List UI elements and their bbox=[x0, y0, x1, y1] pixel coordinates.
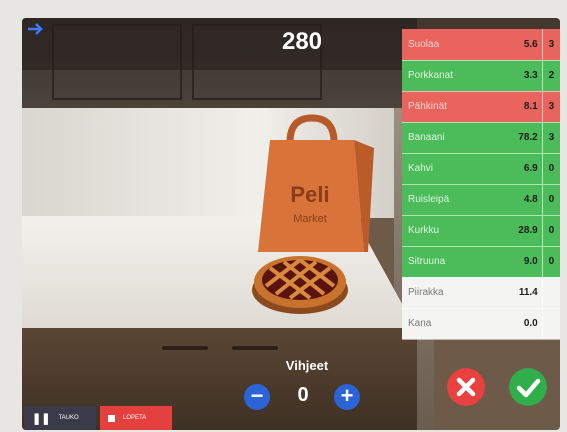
item-row: Ruisleipä 4.8 0 bbox=[402, 184, 560, 216]
bag-market-text: Market bbox=[293, 213, 327, 225]
cabinet-handle bbox=[162, 346, 208, 350]
item-row: Kahvi 6.9 0 bbox=[402, 153, 560, 185]
item-value: 78.2 bbox=[493, 122, 543, 154]
item-name: Piirakka bbox=[402, 277, 494, 309]
item-row: Porkkanat 3.3 2 bbox=[402, 60, 560, 92]
item-count: 0 bbox=[541, 184, 560, 216]
item-name: Sitruuna bbox=[402, 246, 494, 278]
item-value: 8.1 bbox=[493, 91, 543, 123]
item-name: Banaani bbox=[402, 122, 494, 154]
item-value: 11.4 bbox=[493, 277, 543, 309]
item-value: 0.0 bbox=[493, 308, 543, 340]
item-value: 6.9 bbox=[493, 153, 543, 185]
item-name: Kurkku bbox=[402, 215, 494, 247]
item-row: Pähkinät 8.1 3 bbox=[402, 91, 560, 123]
pause-icon: ❚❚ bbox=[32, 412, 51, 425]
back-arrow-icon[interactable] bbox=[26, 22, 44, 36]
hints-label: Vihjeet bbox=[285, 358, 329, 373]
bag-logo-text: Peli bbox=[290, 182, 329, 207]
pie-item bbox=[252, 256, 348, 314]
cabinet-handle bbox=[232, 346, 278, 350]
item-row: Kana 0.0 bbox=[402, 308, 560, 340]
item-name: Porkkanat bbox=[402, 60, 494, 92]
item-value: 28.9 bbox=[493, 215, 543, 247]
item-count bbox=[541, 308, 560, 340]
item-count: 0 bbox=[541, 246, 560, 278]
item-name: Kahvi bbox=[402, 153, 494, 185]
item-name: Ruisleipä bbox=[402, 184, 494, 216]
hint-minus-button[interactable]: − bbox=[244, 384, 270, 410]
stop-button[interactable]: LOPETA bbox=[100, 406, 172, 430]
shopping-bag: Peli Market bbox=[258, 114, 374, 252]
item-count: 0 bbox=[541, 215, 560, 247]
stop-icon bbox=[108, 414, 115, 422]
item-value: 3.3 bbox=[493, 60, 543, 92]
item-row: Piirakka 11.4 bbox=[402, 277, 560, 309]
hint-count: 0 bbox=[297, 384, 309, 406]
pause-button[interactable]: ❚❚ TAUKO bbox=[24, 406, 96, 430]
hint-plus-button[interactable]: + bbox=[334, 384, 360, 410]
stop-label: LOPETA bbox=[123, 415, 147, 421]
item-row: Sitruuna 9.0 0 bbox=[402, 246, 560, 278]
item-count: 3 bbox=[541, 91, 560, 123]
item-row: Banaani 78.2 3 bbox=[402, 122, 560, 154]
items-body: Suolaa 5.6 3 Porkkanat 3.3 2 Pähkinät 8.1 3 Banaa… bbox=[402, 29, 560, 340]
item-count: 3 bbox=[541, 29, 560, 61]
item-count: 2 bbox=[541, 60, 560, 92]
score-display: 280 bbox=[281, 28, 323, 55]
correct-answer-button[interactable] bbox=[509, 368, 547, 406]
game-screen: 280 Peli Market Suolaa 5.6 3 Porkkanat 3.3 2 P… bbox=[22, 18, 560, 430]
item-value: 4.8 bbox=[493, 184, 543, 216]
item-row: Suolaa 5.6 3 bbox=[402, 29, 560, 61]
item-name: Kana bbox=[402, 308, 494, 340]
item-row: Kurkku 28.9 0 bbox=[402, 215, 560, 247]
pause-label: TAUKO bbox=[58, 415, 79, 421]
wrong-answer-button[interactable] bbox=[447, 368, 485, 406]
item-name: Suolaa bbox=[402, 29, 494, 61]
item-value: 9.0 bbox=[493, 246, 543, 278]
item-count bbox=[541, 277, 560, 309]
item-value: 5.6 bbox=[493, 29, 543, 61]
item-name: Pähkinät bbox=[402, 91, 494, 123]
item-count: 3 bbox=[541, 122, 560, 154]
items-table: Suolaa 5.6 3 Porkkanat 3.3 2 Pähkinät 8.1 3 Banaa… bbox=[402, 29, 560, 340]
item-count: 0 bbox=[541, 153, 560, 185]
